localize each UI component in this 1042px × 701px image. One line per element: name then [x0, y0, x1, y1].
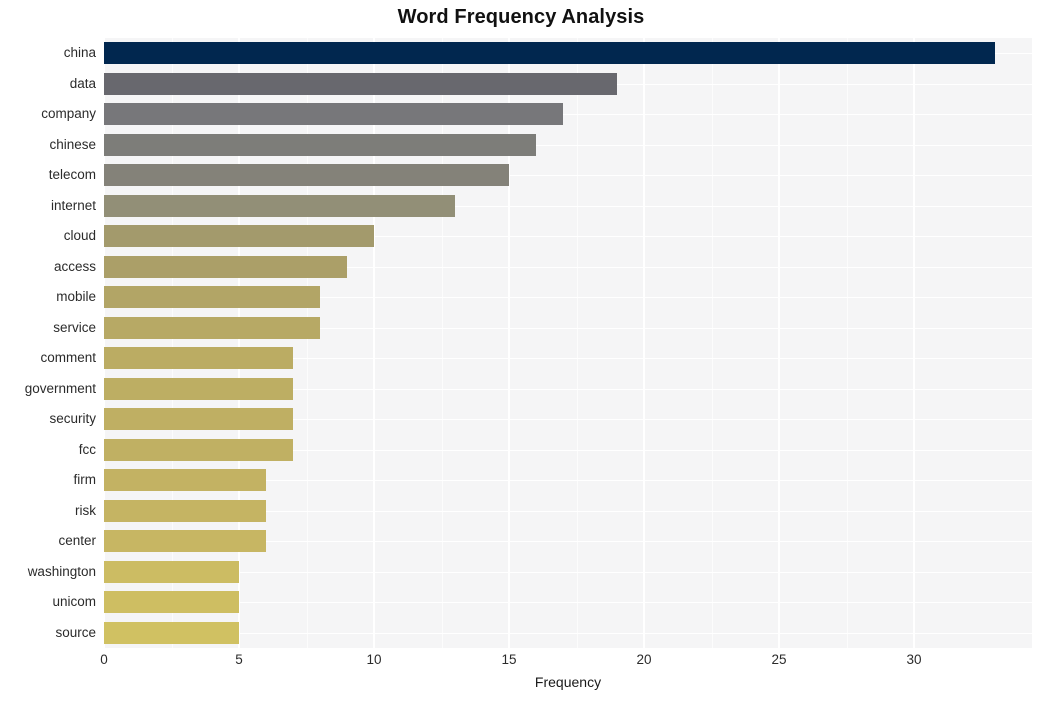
- bar-cloud: [104, 225, 374, 248]
- y-tick-label: access: [53, 258, 96, 274]
- y-tick-label: fcc: [78, 441, 96, 457]
- y-tick-label: chinese: [49, 136, 96, 152]
- bar-telecom: [104, 164, 509, 187]
- bar-government: [104, 377, 293, 400]
- bar-risk: [104, 499, 266, 522]
- x-axis-ticks: 0 5 10 15 20 25 30: [100, 648, 1032, 674]
- y-tick-label: security: [49, 411, 96, 427]
- x-axis-title: Frequency: [534, 674, 602, 690]
- y-axis-category-labels: china data company chinese telecom internet cl…: [0, 38, 96, 648]
- y-tick-label: source: [55, 624, 96, 640]
- bar-access: [104, 255, 347, 278]
- bar-mobile: [104, 286, 320, 309]
- bar-chinese: [104, 133, 536, 156]
- y-tick-label: firm: [73, 472, 97, 488]
- y-tick-label: comment: [40, 350, 96, 366]
- y-tick-label: mobile: [56, 289, 96, 305]
- bar-firm: [104, 469, 266, 492]
- y-tick-label: company: [41, 106, 96, 122]
- bar-unicom: [104, 591, 239, 614]
- y-tick-label: telecom: [48, 167, 96, 183]
- bar-internet: [104, 194, 455, 217]
- x-tick-label: 5: [235, 652, 243, 667]
- x-tick-label: 30: [906, 652, 922, 667]
- y-tick-label: data: [69, 75, 96, 91]
- bar-comment: [104, 347, 293, 370]
- bar-security: [104, 408, 293, 431]
- y-tick-label: center: [58, 533, 96, 549]
- x-tick-label: 15: [501, 652, 517, 667]
- y-tick-label: china: [63, 45, 96, 61]
- bar-fcc: [104, 438, 293, 461]
- y-tick-label: unicom: [52, 594, 96, 610]
- chart-figure: Word Frequency Analysis china data company…: [0, 0, 1042, 701]
- x-tick-label: 20: [636, 652, 652, 667]
- y-tick-label: government: [24, 380, 96, 396]
- y-tick-label: cloud: [63, 228, 96, 244]
- bar-service: [104, 316, 320, 339]
- bar-company: [104, 103, 563, 126]
- x-tick-label: 0: [100, 652, 108, 667]
- x-tick-label: 10: [366, 652, 382, 667]
- x-tick-label: 25: [771, 652, 787, 667]
- y-tick-label: internet: [50, 197, 96, 213]
- y-tick-label: risk: [75, 502, 96, 518]
- bar-data: [104, 72, 617, 95]
- bar-source: [104, 621, 239, 644]
- page-title: Word Frequency Analysis: [397, 6, 645, 28]
- bar-center: [104, 530, 266, 553]
- bar-series: [104, 38, 1032, 648]
- y-tick-label: washington: [27, 563, 96, 579]
- bar-washington: [104, 560, 239, 583]
- bar-china: [104, 42, 995, 65]
- y-tick-label: service: [53, 319, 96, 335]
- plot-panel: [104, 38, 1032, 648]
